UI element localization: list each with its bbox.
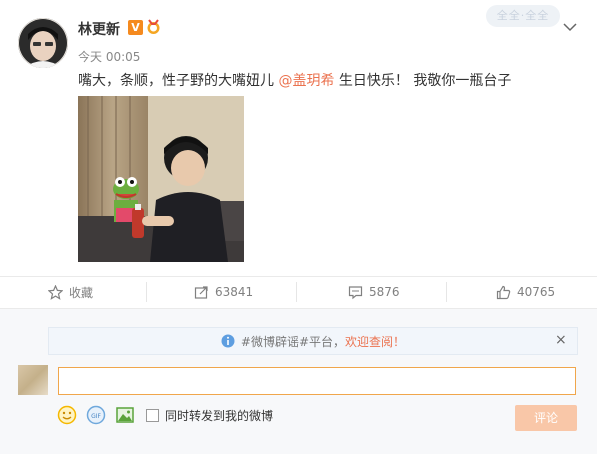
star-icon: [48, 284, 63, 300]
post-text: 嘴大，条顺，性子野的大嘴妞儿: [78, 73, 279, 89]
notice-link[interactable]: 欢迎查阅！: [345, 333, 405, 350]
like-button[interactable]: 40765: [496, 277, 555, 307]
image-icon[interactable]: [115, 405, 135, 425]
comment-toolbar: GIF 同时转发到我的微博: [57, 404, 273, 426]
svg-text:GIF: GIF: [91, 413, 101, 420]
gif-icon[interactable]: GIF: [86, 405, 106, 425]
thumbs-up-icon: [496, 285, 511, 299]
username[interactable]: 林更新: [78, 19, 120, 39]
repost-checkbox-label: 同时转发到我的微博: [165, 408, 274, 423]
watermark-badge: 全全·全全: [486, 5, 560, 27]
action-bar: 收藏 63841 5876 40765: [0, 277, 597, 307]
post-content: 嘴大，条顺，性子野的大嘴妞儿 @盖玥希 生日快乐！ 我敬你一瓶台子: [78, 70, 511, 90]
notice-text: #微博辟谣#平台，: [240, 334, 346, 349]
verified-v-icon: V: [128, 20, 143, 35]
favorite-button[interactable]: 收藏: [48, 277, 93, 307]
medal-icon: [146, 19, 161, 35]
submit-comment-button[interactable]: 评论: [515, 405, 577, 431]
repost-button[interactable]: 63841: [194, 277, 253, 307]
action-separator: [446, 282, 447, 302]
commenter-avatar: [18, 365, 48, 395]
repost-count: 63841: [215, 285, 254, 299]
comment-icon: [348, 285, 363, 299]
action-separator: [146, 282, 147, 302]
post-time[interactable]: 今天 00:05: [78, 48, 140, 65]
user-avatar[interactable]: [18, 18, 68, 68]
favorite-label: 收藏: [69, 285, 94, 300]
comment-count: 5876: [369, 285, 400, 299]
action-separator: [296, 282, 297, 302]
post-text-end: 生日快乐！ 我敬你一瓶台子: [334, 73, 512, 89]
chevron-down-icon[interactable]: [563, 17, 577, 32]
emoji-icon[interactable]: [57, 405, 77, 425]
comment-panel: #微博辟谣#平台， 欢迎查阅！ × GIF 同时转发到我的微博 评论: [0, 309, 597, 454]
repost-icon: [194, 285, 208, 299]
info-icon: [221, 334, 235, 348]
close-icon[interactable]: ×: [555, 332, 567, 348]
mention-link[interactable]: @盖玥希: [278, 73, 334, 89]
rumor-notice: #微博辟谣#平台， 欢迎查阅！: [48, 327, 578, 355]
weibo-post-card: 林更新 V 今天 00:05 全全·全全 嘴大，条顺，性子野的大嘴妞儿 @盖玥希…: [0, 0, 597, 454]
repost-checkbox[interactable]: [146, 408, 159, 422]
post-photo[interactable]: [78, 96, 244, 262]
comment-input[interactable]: [58, 367, 576, 395]
comment-button[interactable]: 5876: [348, 277, 400, 307]
like-count: 40765: [517, 285, 556, 299]
